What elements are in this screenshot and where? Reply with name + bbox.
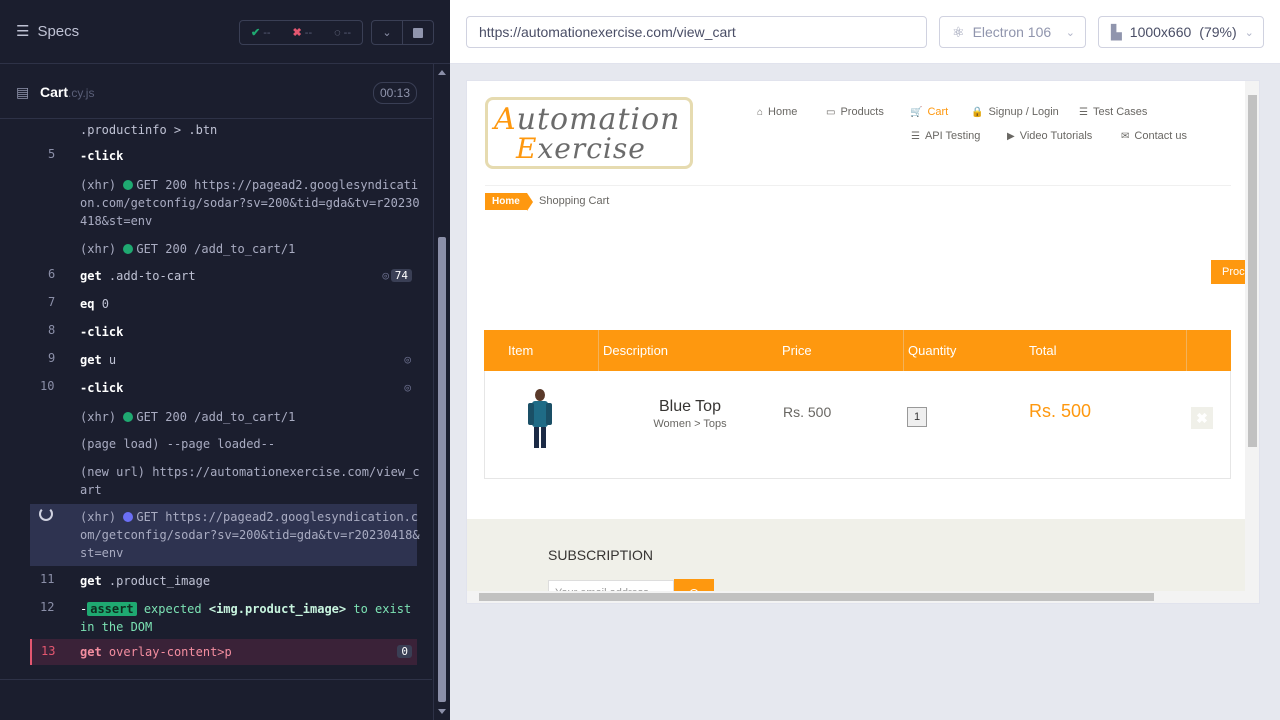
duration-timer: 00:13	[372, 82, 417, 104]
scrollbar-thumb[interactable]	[479, 593, 1154, 601]
element-count-badge: 0	[397, 645, 412, 658]
delete-item-button[interactable]: ✖	[1191, 407, 1213, 429]
stop-icon	[413, 27, 423, 38]
pending-command-row[interactable]: (xhr) GET https://pagead2.googlesyndicat…	[30, 504, 420, 566]
nav-products[interactable]: ▭ Products	[826, 106, 884, 118]
envelope-icon: ✉	[1121, 130, 1130, 142]
col-quantity: Quantity	[908, 343, 957, 358]
spec-file-name[interactable]: Cart.cy.js	[40, 84, 94, 100]
x-icon: ✖	[292, 27, 302, 39]
command-log: .productinfo > .btn 5 -click (xhr) GET 2…	[0, 119, 432, 679]
col-description: Description	[603, 343, 669, 358]
passed-stat: ✔ --	[250, 27, 271, 39]
cart-icon: 🛒	[910, 106, 923, 118]
command-log-scrollbar[interactable]	[433, 64, 450, 720]
vertical-scrollbar[interactable]	[1245, 81, 1259, 591]
product-total: Rs. 500	[1029, 401, 1092, 421]
status-dot-icon	[123, 412, 134, 422]
element-count-badge: 74	[390, 269, 412, 282]
product-price: Rs. 500	[783, 404, 832, 420]
youtube-icon: ▶	[1007, 130, 1015, 142]
pending-stat: ◌ --	[334, 26, 351, 39]
status-dot-icon	[123, 180, 134, 190]
viewport-info[interactable]: ▙ 1000x660 (79%) ⌄	[1098, 16, 1264, 48]
specs-bar: ☰ Specs ✔ -- ✖ -- ◌ -- ⌄	[0, 0, 450, 64]
col-price: Price	[782, 343, 812, 358]
col-total: Total	[1029, 343, 1057, 358]
runner-controls: ⌄	[371, 20, 434, 45]
app-under-test-frame: Automation Exercise ⌂ Home ▭ Products 🛒 Car…	[466, 80, 1260, 604]
loading-spinner-icon	[39, 507, 53, 521]
chevron-down-icon: ⌄	[1065, 26, 1075, 39]
divider	[1186, 330, 1187, 371]
horizontal-scrollbar[interactable]	[467, 591, 1259, 603]
scroll-up-icon[interactable]	[438, 70, 446, 75]
status-dot-icon	[123, 512, 134, 522]
col-item: Item	[508, 343, 534, 358]
viewport-size: 1000x660	[1129, 24, 1192, 40]
table-row: Blue Top Women > Tops Rs. 500 1 Rs. 500 …	[484, 371, 1231, 479]
nav-test-cases[interactable]: ☰ Test Cases	[1079, 106, 1147, 118]
failed-command-row[interactable]: 13 get overlay-content>p 0	[30, 639, 417, 665]
breadcrumb-current: Shopping Cart	[539, 195, 610, 207]
nav-cart[interactable]: 🛒 Cart	[910, 106, 948, 118]
scroll-down-icon[interactable]	[438, 709, 446, 714]
browser-label: Electron 106	[972, 24, 1052, 40]
stop-button[interactable]	[403, 21, 433, 44]
products-icon: ▭	[826, 106, 836, 118]
browser-selector[interactable]: ⚛ Electron 106 ⌄	[939, 16, 1086, 48]
document-icon: ▤	[16, 84, 30, 100]
electron-icon: ⚛	[952, 23, 965, 40]
scrollbar-thumb[interactable]	[438, 237, 446, 702]
cart-table-header: Item Description Price Quantity Total	[484, 330, 1231, 371]
breadcrumb-home[interactable]: Home	[485, 193, 533, 211]
aut-header: https://automationexercise.com/view_cart…	[450, 0, 1280, 64]
divider	[485, 185, 1231, 186]
ruler-icon: ▙	[1111, 23, 1122, 40]
eye-slash-icon: ◎	[382, 269, 389, 282]
nav-video-tutorials[interactable]: ▶ Video Tutorials	[1007, 130, 1092, 142]
list-icon: ☰	[911, 130, 920, 142]
failed-stat: ✖ --	[292, 27, 313, 39]
chevron-down-icon[interactable]: ⌄	[372, 21, 403, 44]
zoom-level: (79%)	[1199, 24, 1237, 40]
x-icon: ✖	[1196, 410, 1208, 426]
specs-label: Specs	[37, 22, 80, 40]
divider	[0, 679, 432, 680]
command-log-panel: ☰ Specs ✔ -- ✖ -- ◌ -- ⌄ ▤ Cart.cy.js 00…	[0, 0, 450, 720]
divider	[903, 330, 904, 371]
site-logo[interactable]: Automation Exercise	[485, 97, 693, 169]
spec-file-header: ▤ Cart.cy.js 00:13	[0, 76, 432, 119]
nav-api-testing[interactable]: ☰ API Testing	[911, 130, 980, 142]
check-icon: ✔	[250, 27, 261, 39]
specs-button[interactable]: ☰ Specs	[16, 22, 80, 41]
subscription-title: SUBSCRIPTION	[548, 547, 654, 563]
lock-icon: 🔒	[971, 106, 984, 118]
product-name[interactable]: Blue Top	[645, 398, 735, 416]
list-icon: ☰	[1079, 106, 1088, 118]
product-category: Women > Tops	[653, 418, 727, 430]
divider	[598, 330, 599, 371]
quantity-value: 1	[907, 407, 927, 427]
nav-signup[interactable]: 🔒 Signup / Login	[971, 106, 1059, 118]
status-dot-icon	[123, 244, 134, 254]
scrollbar-thumb[interactable]	[1248, 95, 1257, 447]
product-image[interactable]	[515, 386, 565, 450]
home-icon: ⌂	[757, 106, 764, 118]
assert-badge: assert	[87, 602, 137, 616]
specs-list-icon: ☰	[16, 23, 30, 40]
test-stats: ✔ -- ✖ -- ◌ --	[239, 20, 363, 45]
eye-slash-icon: ◎	[404, 353, 411, 366]
url-bar[interactable]: https://automationexercise.com/view_cart	[466, 16, 927, 48]
pending-icon: ◌	[334, 26, 341, 39]
nav-home[interactable]: ⌂ Home	[757, 106, 797, 118]
eye-slash-icon: ◎	[404, 381, 411, 394]
nav-contact[interactable]: ✉ Contact us	[1121, 130, 1187, 142]
chevron-down-icon: ⌄	[1244, 26, 1254, 39]
